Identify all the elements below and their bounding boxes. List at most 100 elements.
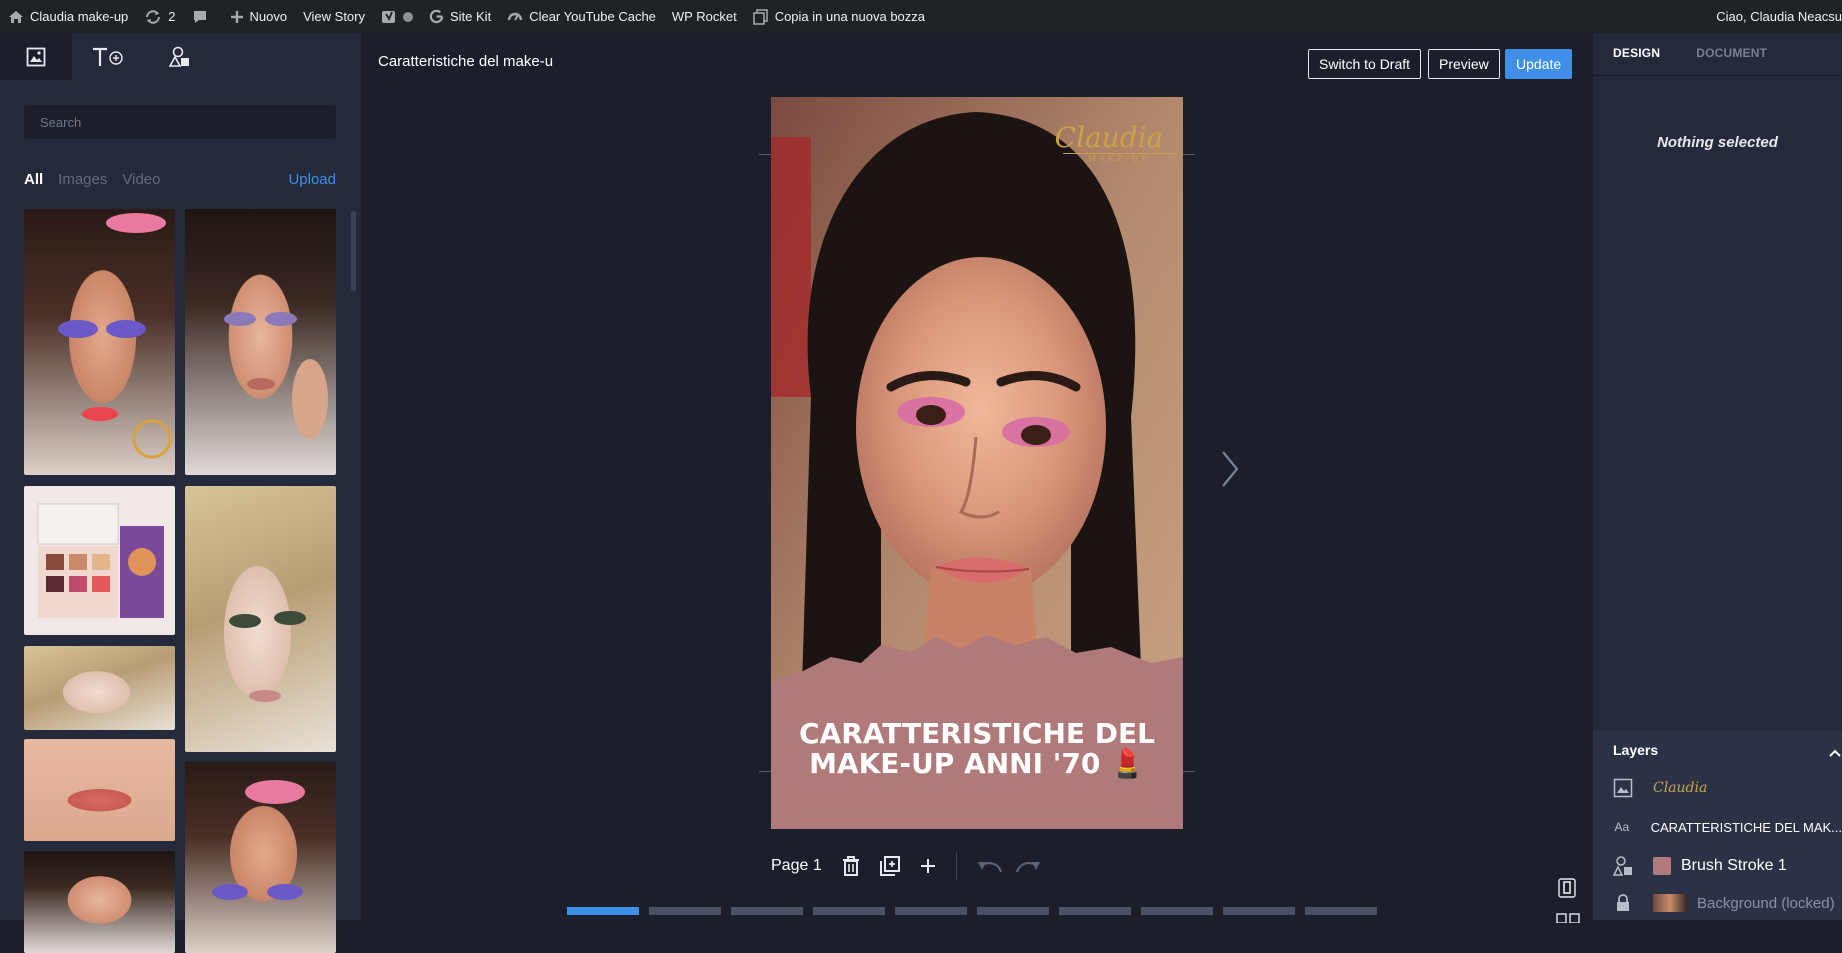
switch-to-draft-button[interactable]: Switch to Draft bbox=[1308, 49, 1422, 79]
tab-text[interactable] bbox=[72, 33, 144, 80]
media-library-panel: Search All Images Video Upload bbox=[0, 33, 361, 953]
collapse-layers-button[interactable] bbox=[1829, 744, 1841, 762]
story-logo: Claudia MAKE-UP bbox=[1043, 123, 1175, 164]
copy-icon bbox=[752, 8, 768, 25]
page-dot[interactable] bbox=[649, 907, 721, 915]
page-dot[interactable] bbox=[1223, 907, 1295, 915]
page-dot[interactable] bbox=[1141, 907, 1213, 915]
layer-name: CARATTERISTICHE DEL MAK... bbox=[1650, 819, 1842, 835]
wp-rocket-label: WP Rocket bbox=[671, 9, 737, 24]
comments-link[interactable] bbox=[184, 0, 222, 33]
duplicate-page-button[interactable] bbox=[879, 856, 900, 876]
library-tabs bbox=[0, 33, 361, 80]
layer-thumbnail bbox=[1653, 894, 1687, 912]
yoast-icon bbox=[382, 10, 395, 23]
layer-item[interactable]: Claudia bbox=[1593, 769, 1842, 807]
media-thumb[interactable] bbox=[185, 762, 336, 953]
inspector-tabs: DESIGN DOCUMENT bbox=[1613, 46, 1803, 60]
inspector-panel: DESIGN DOCUMENT Nothing selected Layers … bbox=[1593, 33, 1842, 920]
media-filters: All Images Video Upload bbox=[24, 171, 336, 188]
google-icon bbox=[429, 9, 444, 24]
redo-button[interactable] bbox=[1015, 858, 1041, 874]
media-thumb[interactable] bbox=[24, 646, 175, 730]
clear-cache-link[interactable]: Clear YouTube Cache bbox=[499, 0, 664, 33]
shapes-icon bbox=[1593, 856, 1653, 876]
chevron-up-icon bbox=[1829, 749, 1841, 757]
page-dot[interactable] bbox=[1305, 907, 1377, 915]
layer-item[interactable]: Brush Stroke 1 bbox=[1593, 847, 1842, 885]
add-page-button[interactable] bbox=[920, 858, 936, 874]
media-search-input[interactable]: Search bbox=[24, 105, 336, 139]
logo-text: Claudia bbox=[1054, 121, 1164, 154]
undo-button[interactable] bbox=[977, 858, 1003, 874]
next-page-arrow[interactable] bbox=[1220, 450, 1240, 493]
page-dot[interactable] bbox=[813, 907, 885, 915]
layer-item[interactable]: Background (locked) bbox=[1593, 884, 1842, 922]
copy-draft-link[interactable]: Copia in una nuova bozza bbox=[745, 0, 933, 33]
inspector-divider bbox=[1593, 75, 1842, 76]
text-icon: Aa bbox=[1614, 820, 1630, 834]
preview-button[interactable]: Preview bbox=[1428, 49, 1500, 79]
update-button[interactable]: Update bbox=[1505, 49, 1573, 79]
tab-media[interactable] bbox=[0, 33, 72, 80]
yoast-link[interactable] bbox=[373, 0, 421, 33]
view-story-label: View Story bbox=[303, 9, 365, 24]
shapes-icon bbox=[168, 46, 189, 67]
story-title-input[interactable]: Caratteristiche del make-u bbox=[378, 53, 561, 70]
gauge-icon bbox=[507, 12, 523, 21]
media-thumb[interactable] bbox=[24, 209, 175, 475]
site-name-label: Claudia make-up bbox=[30, 9, 129, 24]
updates-link[interactable]: 2 bbox=[136, 0, 183, 33]
new-content-link[interactable]: Nuovo bbox=[222, 0, 296, 33]
story-page[interactable]: Claudia MAKE-UP CARATTERISTICHE DEL MAKE… bbox=[771, 97, 1183, 829]
tab-shapes[interactable] bbox=[144, 33, 216, 80]
clear-cache-label: Clear YouTube Cache bbox=[529, 9, 656, 24]
redo-icon bbox=[1015, 862, 1040, 873]
media-thumb[interactable] bbox=[24, 739, 175, 841]
tab-document[interactable]: DOCUMENT bbox=[1696, 46, 1767, 60]
page-dot[interactable] bbox=[977, 907, 1049, 915]
page-toolbar: Page 1 bbox=[771, 852, 1041, 880]
site-kit-link[interactable]: Site Kit bbox=[421, 0, 499, 33]
lock-icon bbox=[1593, 894, 1653, 912]
media-scrollbar[interactable] bbox=[351, 211, 356, 291]
plus-icon bbox=[920, 859, 935, 873]
user-account-link[interactable]: Ciao, Claudia Neacsu bbox=[1708, 0, 1842, 33]
tab-design[interactable]: DESIGN bbox=[1613, 46, 1660, 60]
grid-view-toggle[interactable] bbox=[1556, 910, 1580, 928]
view-story-link[interactable]: View Story bbox=[295, 0, 373, 33]
filter-all[interactable]: All bbox=[24, 171, 43, 188]
device-preview-toggle[interactable] bbox=[1558, 878, 1576, 903]
media-thumb[interactable] bbox=[24, 486, 175, 635]
updates-count: 2 bbox=[168, 9, 176, 24]
media-thumb[interactable] bbox=[185, 486, 336, 752]
filter-images[interactable]: Images bbox=[58, 171, 107, 188]
image-icon bbox=[26, 47, 46, 66]
empty-selection-message: Nothing selected bbox=[1657, 134, 1778, 151]
wp-rocket-link[interactable]: WP Rocket bbox=[664, 0, 745, 33]
chevron-right-icon bbox=[1222, 451, 1239, 487]
thumb-face-art bbox=[58, 213, 172, 459]
page-dot[interactable] bbox=[895, 907, 967, 915]
filter-video[interactable]: Video bbox=[122, 171, 160, 188]
media-thumb[interactable] bbox=[24, 851, 175, 953]
undo-icon bbox=[977, 862, 1002, 873]
page-dot[interactable] bbox=[1059, 907, 1131, 915]
media-thumb[interactable] bbox=[185, 209, 336, 475]
layer-name: Background (locked) bbox=[1697, 894, 1835, 912]
layer-color-swatch bbox=[1653, 857, 1671, 875]
home-icon bbox=[9, 10, 23, 23]
upload-link[interactable]: Upload bbox=[288, 171, 336, 188]
heading-line-2: MAKE-UP ANNI '70 💄 bbox=[809, 747, 1145, 780]
thumb-blonde-art bbox=[229, 611, 306, 702]
comment-icon bbox=[193, 10, 206, 23]
admin-bar: Claudia make-up 2 Nuovo View Story Site … bbox=[0, 0, 1842, 33]
seo-status-dot bbox=[403, 11, 413, 22]
delete-page-button[interactable] bbox=[842, 856, 860, 876]
site-name-link[interactable]: Claudia make-up bbox=[0, 0, 136, 33]
page-dot[interactable] bbox=[731, 907, 803, 915]
layer-item[interactable]: Aa CARATTERISTICHE DEL MAK... bbox=[1593, 808, 1842, 846]
heading-line-1: CARATTERISTICHE DEL bbox=[799, 717, 1155, 750]
search-placeholder: Search bbox=[40, 115, 82, 130]
page-dot[interactable] bbox=[567, 907, 639, 915]
